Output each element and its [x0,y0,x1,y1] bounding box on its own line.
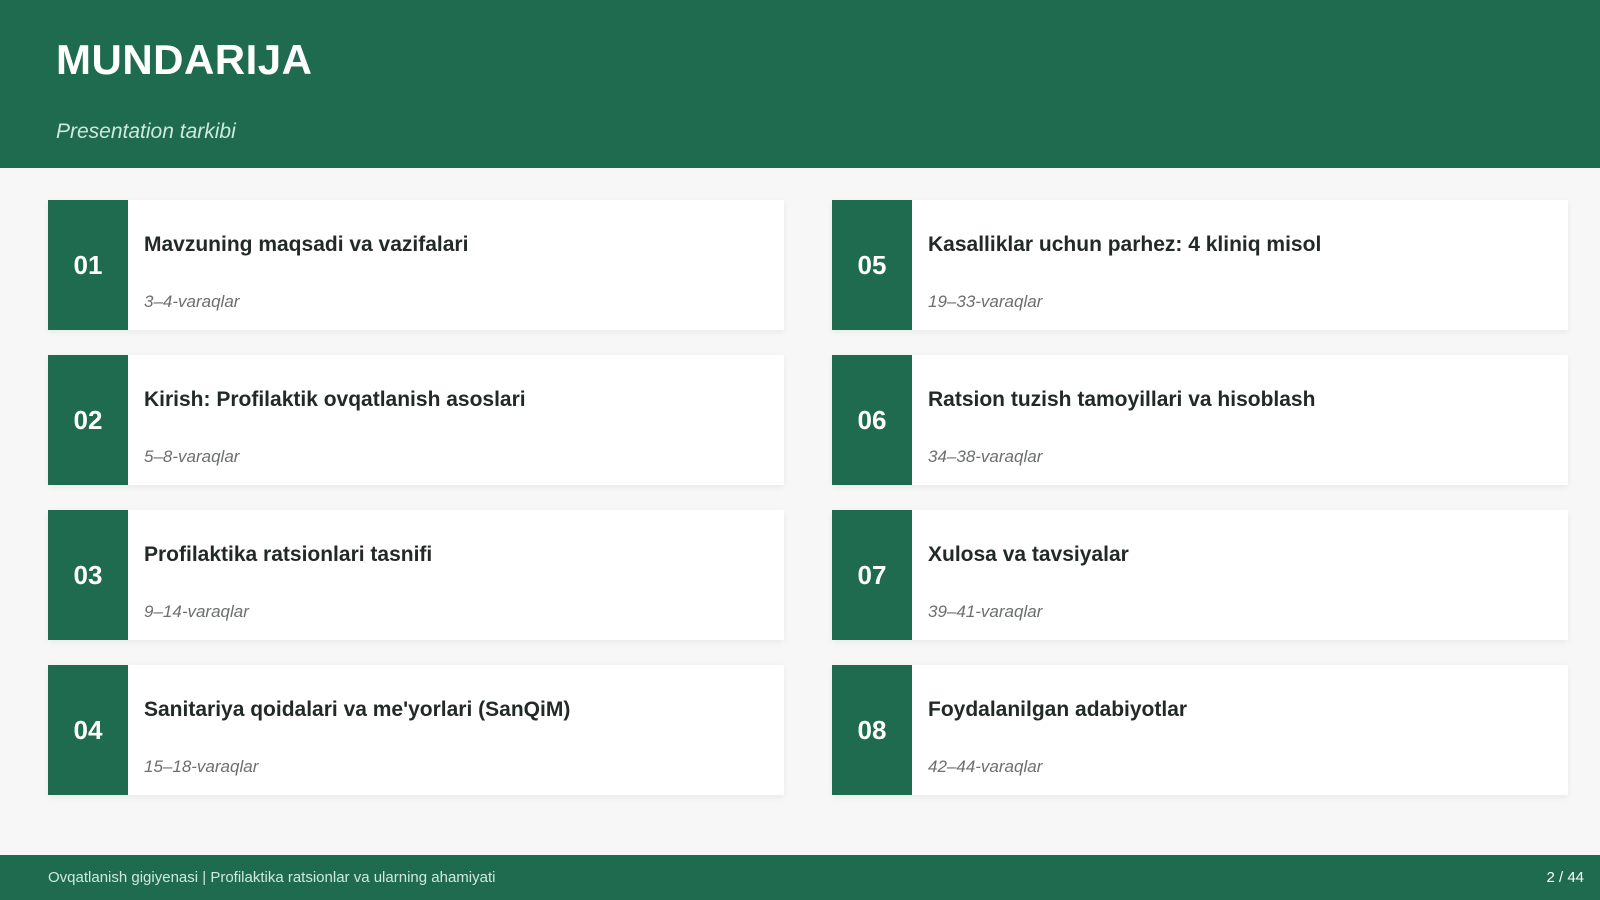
section-number: 04 [48,665,128,795]
section-body: Kirish: Profilaktik ovqatlanish asoslari… [128,355,784,485]
section-number: 02 [48,355,128,485]
section-number: 06 [832,355,912,485]
page-subtitle: Presentation tarkibi [56,120,236,143]
header-band: MUNDARIJA Presentation tarkibi [0,0,1600,168]
section-card-02[interactable]: 02 Kirish: Profilaktik ovqatlanish asosl… [48,355,784,485]
section-number: 03 [48,510,128,640]
section-pages: 15–18-varaqlar [144,757,259,776]
slide: MUNDARIJA Presentation tarkibi 01 Mavzun… [0,0,1600,900]
section-card-01[interactable]: 01 Mavzuning maqsadi va vazifalari 3–4-v… [48,200,784,330]
section-card-05[interactable]: 05 Kasalliklar uchun parhez: 4 kliniq mi… [832,200,1568,330]
slide-page-number: 2 / 44 [1546,869,1584,886]
section-body: Kasalliklar uchun parhez: 4 kliniq misol… [912,200,1568,330]
section-pages: 39–41-varaqlar [928,602,1043,621]
section-title: Sanitariya qoidalari va me'yorlari (SanQ… [144,698,571,721]
section-pages: 42–44-varaqlar [928,757,1043,776]
section-body: Ratsion tuzish tamoyillari va hisoblash … [912,355,1568,485]
footer-band: Ovqatlanish gigiyenasi | Profilaktika ra… [0,855,1600,900]
section-number: 07 [832,510,912,640]
section-title: Foydalanilgan adabiyotlar [928,698,1188,721]
section-title: Mavzuning maqsadi va vazifalari [144,233,469,256]
section-pages: 34–38-varaqlar [928,447,1043,466]
section-card-04[interactable]: 04 Sanitariya qoidalari va me'yorlari (S… [48,665,784,795]
section-title: Kasalliklar uchun parhez: 4 kliniq misol [928,233,1322,256]
section-body: Profilaktika ratsionlari tasnifi 9–14-va… [128,510,784,640]
footer-caption: Ovqatlanish gigiyenasi | Profilaktika ra… [48,869,496,886]
section-title: Kirish: Profilaktik ovqatlanish asoslari [144,388,526,411]
section-number: 01 [48,200,128,330]
section-body: Mavzuning maqsadi va vazifalari 3–4-vara… [128,200,784,330]
page-title: MUNDARIJA [56,36,313,83]
section-card-08[interactable]: 08 Foydalanilgan adabiyotlar 42–44-varaq… [832,665,1568,795]
section-number: 05 [832,200,912,330]
section-pages: 5–8-varaqlar [144,447,240,466]
section-body: Foydalanilgan adabiyotlar 42–44-varaqlar [912,665,1568,795]
section-pages: 19–33-varaqlar [928,292,1043,311]
section-card-06[interactable]: 06 Ratsion tuzish tamoyillari va hisobla… [832,355,1568,485]
section-card-07[interactable]: 07 Xulosa va tavsiyalar 39–41-varaqlar [832,510,1568,640]
section-number: 08 [832,665,912,795]
section-body: Xulosa va tavsiyalar 39–41-varaqlar [912,510,1568,640]
section-title: Xulosa va tavsiyalar [928,543,1129,566]
contents-grid: 01 Mavzuning maqsadi va vazifalari 3–4-v… [48,200,1568,795]
section-title: Profilaktika ratsionlari tasnifi [144,543,433,566]
section-pages: 9–14-varaqlar [144,602,249,621]
section-pages: 3–4-varaqlar [144,292,240,311]
section-body: Sanitariya qoidalari va me'yorlari (SanQ… [128,665,784,795]
section-title: Ratsion tuzish tamoyillari va hisoblash [928,388,1316,411]
section-card-03[interactable]: 03 Profilaktika ratsionlari tasnifi 9–14… [48,510,784,640]
